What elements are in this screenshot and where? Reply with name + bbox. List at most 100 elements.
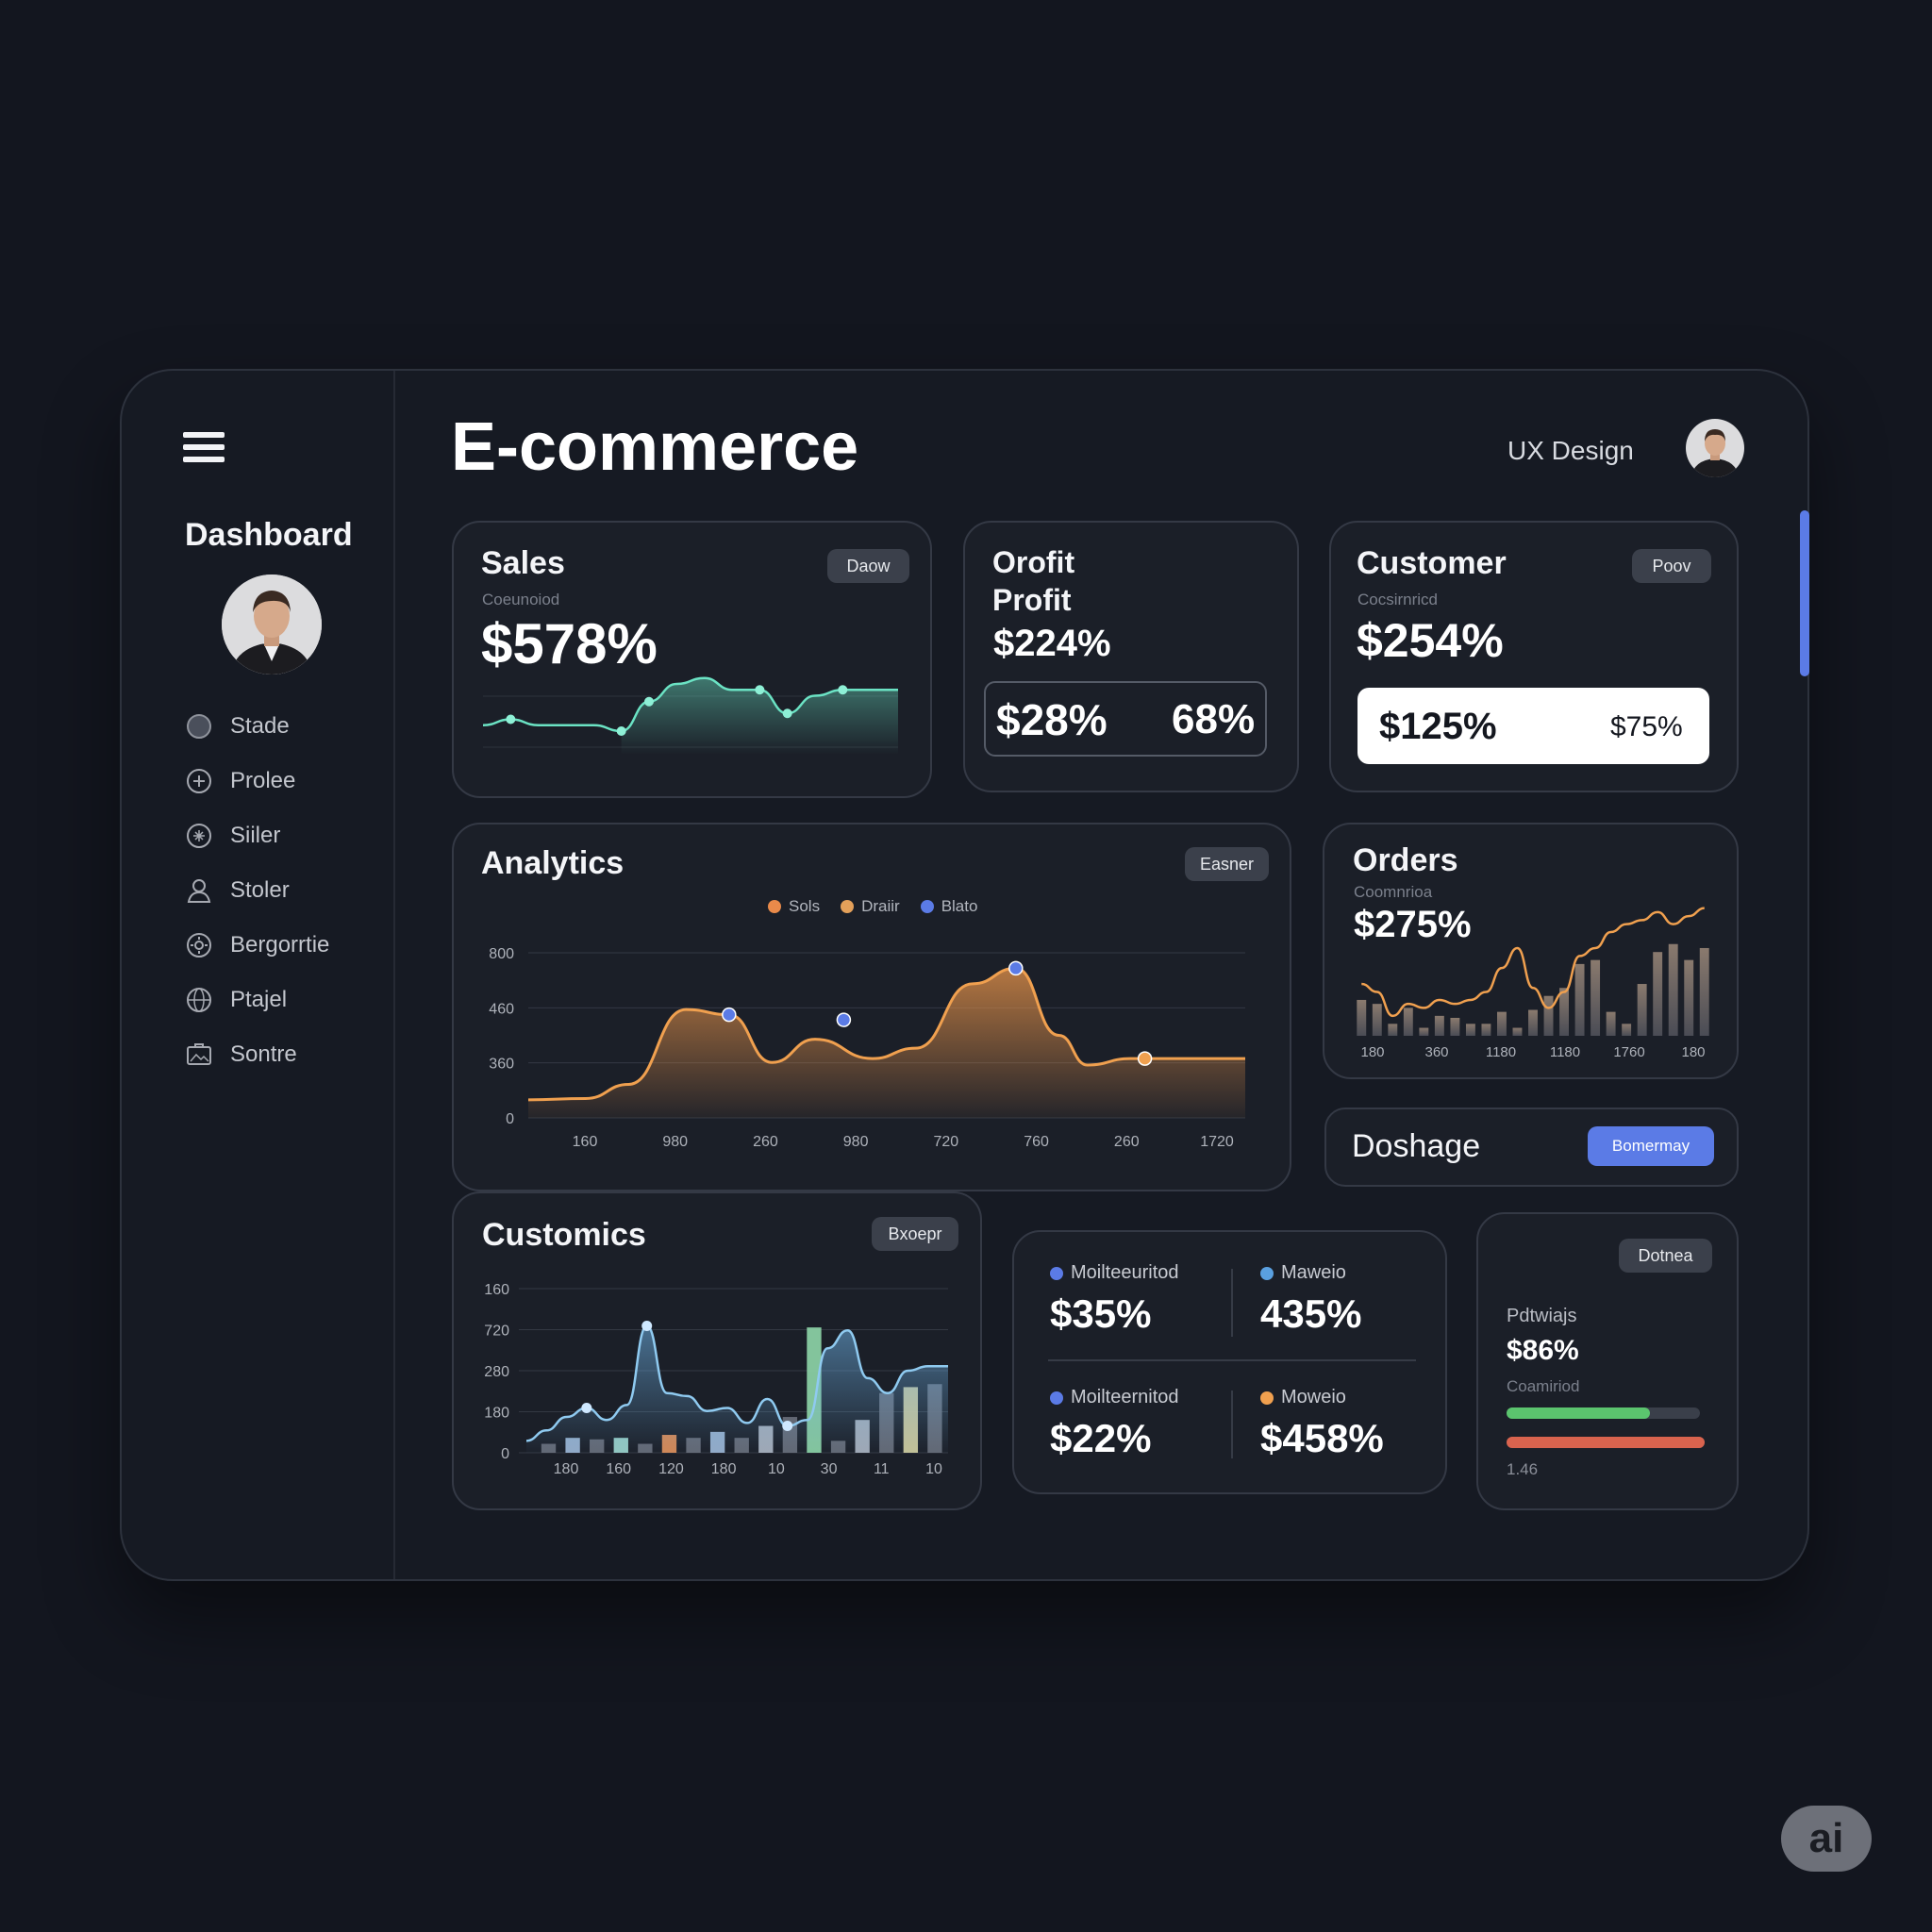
customics-point: [581, 1403, 592, 1414]
sidebar-item-prolee[interactable]: Prolee: [185, 762, 329, 800]
stat-label: Moilteeuritod: [1071, 1262, 1179, 1283]
stat-item: Moweio $458%: [1260, 1387, 1384, 1461]
ai-badge-label: ai: [1808, 1815, 1844, 1861]
circle-icon: [187, 714, 211, 739]
x-tick-label: 120: [658, 1461, 684, 1477]
orders-bar: [1699, 947, 1709, 1036]
stat-dot: [1260, 1391, 1274, 1405]
customer-title: Customer: [1357, 545, 1507, 581]
sales-point: [644, 696, 654, 707]
orders-bar: [1465, 1024, 1475, 1036]
analytics-point: [1137, 1051, 1153, 1066]
x-tick-label: 1180: [1486, 1044, 1516, 1060]
orders-bar: [1434, 1015, 1444, 1036]
customics-combo-chart: 0 180 280 720 160 180 160 120 180 10 30 11 10: [484, 1282, 948, 1477]
legend-label: Draiir: [861, 897, 900, 915]
sales-title: Sales: [481, 545, 565, 581]
analytics-legend: Sols Draiir Blato: [768, 897, 977, 916]
x-tick-label: 260: [753, 1134, 778, 1150]
sidebar-divider: [393, 371, 395, 1579]
orders-bar: [1419, 1027, 1429, 1036]
x-tick-label: 160: [573, 1134, 598, 1150]
sidebar-item-ptajel[interactable]: Ptajel: [185, 981, 329, 1019]
y-tick-label: 280: [484, 1364, 509, 1380]
x-tick-label: 980: [843, 1134, 869, 1150]
sidebar-item-label: Stoler: [230, 877, 290, 903]
green-progress-fill: [1507, 1407, 1650, 1419]
user-label[interactable]: UX Design: [1507, 436, 1634, 466]
y-tick-label: 0: [506, 1111, 514, 1127]
user-icon: [187, 879, 211, 903]
sidebar-item-sontre[interactable]: Sontre: [185, 1036, 329, 1074]
progress-subtitle: Coamiriod: [1507, 1377, 1580, 1395]
stat-item: Maweio 435%: [1260, 1262, 1361, 1337]
orders-bar: [1668, 943, 1678, 1036]
x-tick-label: 180: [1360, 1044, 1384, 1060]
customics-badge[interactable]: Bxoepr: [872, 1217, 958, 1251]
customics-point: [782, 1421, 793, 1432]
analytics-point: [1008, 960, 1024, 976]
sidebar-item-stade[interactable]: Stade: [185, 708, 329, 745]
stat-dot: [1050, 1391, 1063, 1405]
analytics-title: Analytics: [481, 845, 625, 881]
orders-bar: [1622, 1024, 1632, 1036]
x-tick-label: 1180: [1550, 1044, 1580, 1060]
x-tick-label: 160: [606, 1461, 631, 1477]
orders-bar: [1450, 1017, 1460, 1036]
orders-bar: [1559, 988, 1569, 1036]
orders-bar-chart: 180 360 1180 1180 1760 180: [1357, 907, 1709, 1060]
stat-item: Moilteernitod $22%: [1050, 1387, 1179, 1461]
orders-bar: [1357, 999, 1367, 1036]
legend-dot: [841, 900, 855, 913]
legend-item-draiir[interactable]: Draiir: [841, 897, 900, 916]
sidebar-avatar[interactable]: [222, 575, 322, 675]
stats-divider-vertical-top: [1231, 1269, 1233, 1337]
menu-icon[interactable]: [183, 432, 225, 466]
legend-label: Sols: [789, 897, 821, 915]
orders-bar: [1684, 959, 1694, 1036]
stat-value: 435%: [1260, 1291, 1362, 1336]
stat-label: Maweio: [1281, 1262, 1346, 1283]
doshage-button[interactable]: Bomermay: [1588, 1126, 1714, 1166]
ai-badge[interactable]: ai: [1781, 1806, 1872, 1872]
sidebar-item-label: Prolee: [230, 768, 296, 793]
sidebar-title: Dashboard: [185, 517, 353, 553]
legend-item-blato[interactable]: Blato: [920, 897, 977, 916]
analytics-point: [722, 1007, 737, 1023]
x-tick-label: 10: [768, 1461, 785, 1477]
sidebar-item-bergorrtie[interactable]: Bergorrtie: [185, 926, 329, 964]
legend-item-sols[interactable]: Sols: [768, 897, 820, 916]
sidebar-item-label: Sontre: [230, 1041, 297, 1067]
sidebar-item-siiler[interactable]: Siiler: [185, 817, 329, 855]
stat-dot: [1050, 1266, 1063, 1280]
orders-bar: [1388, 1024, 1398, 1036]
orders-bar: [1606, 1011, 1616, 1036]
orders-title: Orders: [1353, 842, 1458, 878]
customics-area: [526, 1325, 948, 1453]
customer-badge[interactable]: Poov: [1632, 549, 1711, 583]
stats-divider-vertical-bottom: [1231, 1391, 1233, 1458]
x-tick-label: 720: [934, 1134, 959, 1150]
analytics-badge[interactable]: Easner: [1185, 847, 1269, 881]
stat-value: $458%: [1260, 1416, 1384, 1460]
sidebar-item-label: Ptajel: [230, 987, 288, 1012]
person-avatar-icon: [1686, 419, 1744, 477]
customer-value: $254%: [1357, 614, 1504, 667]
sales-point: [782, 708, 792, 719]
orders-bar: [1574, 963, 1585, 1036]
customer-subtitle: Cocsirnricd: [1357, 591, 1439, 608]
customics-title: Customics: [482, 1217, 646, 1253]
sales-badge[interactable]: Daow: [827, 549, 909, 583]
sales-point: [838, 685, 848, 695]
x-tick-label: 11: [874, 1461, 890, 1477]
green-progress-track: [1507, 1407, 1700, 1419]
x-tick-label: 980: [662, 1134, 688, 1150]
header-avatar[interactable]: [1686, 419, 1744, 477]
scrollbar-thumb[interactable]: [1800, 510, 1809, 676]
sidebar-item-label: Siiler: [230, 823, 281, 848]
y-tick-label: 160: [484, 1282, 509, 1298]
progress-badge[interactable]: Dotnea: [1619, 1239, 1712, 1273]
customer-box-left: $125%: [1379, 706, 1497, 747]
sidebar-item-stoler[interactable]: Stoler: [185, 872, 329, 909]
analytics-point: [836, 1012, 852, 1027]
